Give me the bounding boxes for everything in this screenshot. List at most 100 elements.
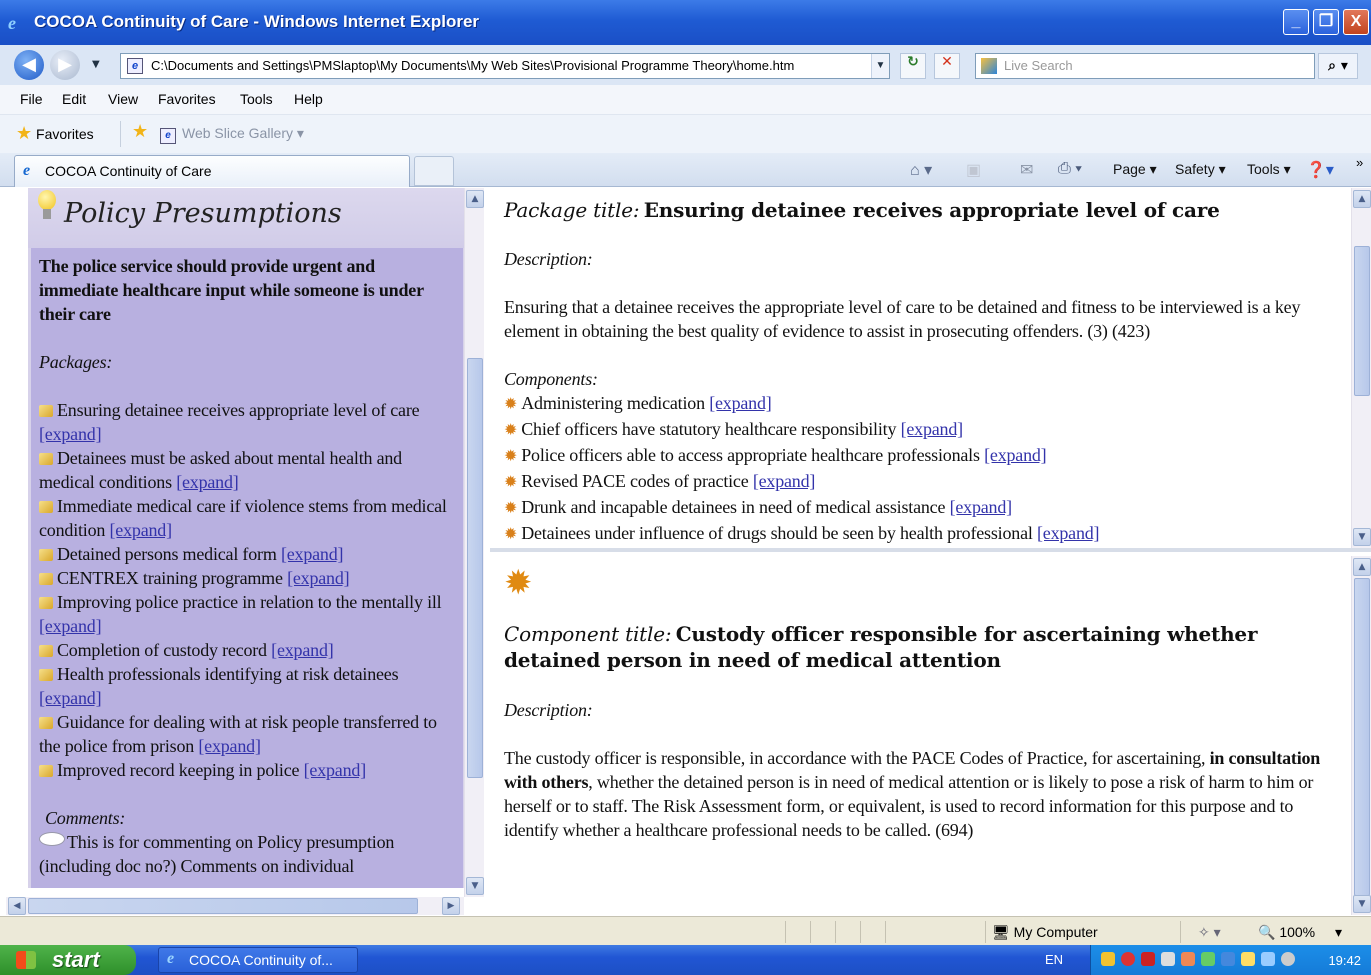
scroll-thumb[interactable] [467, 358, 483, 778]
scroll-up-icon[interactable]: ▲ [1353, 558, 1371, 576]
feeds-icon[interactable]: ▣ [966, 160, 981, 180]
expand-link[interactable]: [expand] [110, 520, 173, 540]
expand-link[interactable]: [expand] [271, 640, 334, 660]
search-placeholder: Live Search [1004, 58, 1073, 73]
expand-link[interactable]: [expand] [176, 472, 239, 492]
print-icon[interactable]: ⎙ ▾ [1058, 160, 1082, 178]
safety-menu[interactable]: Safety ▾ [1175, 161, 1226, 178]
expand-link[interactable]: [expand] [198, 736, 261, 756]
tray-icon[interactable] [1101, 952, 1115, 966]
favorites-button[interactable]: ★ Favorites [16, 123, 94, 144]
expand-link[interactable]: [expand] [39, 616, 102, 636]
add-favorites-icon[interactable]: ★ [132, 121, 148, 142]
package-icon [39, 645, 53, 657]
expand-link[interactable]: [expand] [304, 760, 367, 780]
package-icon [39, 669, 53, 681]
help-icon[interactable]: ❓▾ [1306, 160, 1334, 180]
policy-vertical-scrollbar[interactable]: ▲ ▼ [464, 188, 484, 897]
taskbar-item-cocoa[interactable]: e COCOA Continuity of... [158, 947, 358, 973]
tray-icon[interactable] [1121, 952, 1135, 966]
new-tab-button[interactable] [414, 156, 454, 186]
refresh-icon[interactable]: ↻ [900, 53, 926, 79]
protected-mode-icon[interactable]: ✧ ▾ [1198, 924, 1221, 941]
expand-link[interactable]: [expand] [281, 544, 344, 564]
package-icon [39, 501, 53, 513]
menu-file[interactable]: File [20, 91, 43, 107]
menu-edit[interactable]: Edit [62, 91, 86, 107]
package-icon [39, 717, 53, 729]
scroll-left-icon[interactable]: ◀ [8, 897, 26, 915]
package-scrollbar[interactable]: ▲ ▼ [1351, 188, 1371, 548]
scroll-up-icon[interactable]: ▲ [1353, 190, 1371, 208]
home-icon[interactable]: ⌂ ▾ [910, 160, 932, 180]
tray-icon[interactable] [1221, 952, 1235, 966]
scroll-down-icon[interactable]: ▼ [1353, 895, 1371, 913]
expand-link[interactable]: [expand] [753, 471, 816, 491]
expand-link[interactable]: [expand] [709, 393, 772, 413]
menu-favorites[interactable]: Favorites [158, 91, 216, 107]
package-item: Guidance for dealing with at risk people… [39, 710, 455, 758]
gear-icon: ✹ [504, 448, 518, 465]
search-input[interactable]: Live Search [975, 53, 1315, 79]
chevron-more-icon[interactable]: » [1356, 155, 1363, 170]
desc-part2: , whether the detained person is in need… [504, 772, 1314, 840]
scroll-up-icon[interactable]: ▲ [466, 190, 484, 208]
comments-label: Comments: [45, 808, 126, 828]
package-label: Detained persons medical form [57, 544, 277, 564]
component-label: Administering medication [521, 393, 705, 413]
tray-icon[interactable] [1261, 952, 1275, 966]
close-button[interactable]: X [1343, 9, 1369, 35]
package-item: Improving police practice in relation to… [39, 590, 455, 638]
start-button[interactable]: start [0, 945, 136, 975]
tray-icon[interactable] [1141, 952, 1155, 966]
scroll-down-icon[interactable]: ▼ [1353, 528, 1371, 546]
tray-icon[interactable] [1241, 952, 1255, 966]
scroll-thumb[interactable] [1354, 246, 1370, 396]
minimize-button[interactable]: _ [1283, 9, 1309, 35]
volume-icon[interactable] [1281, 952, 1295, 966]
read-mail-icon[interactable]: ✉ [1020, 160, 1033, 180]
gear-icon: ✹ [504, 565, 533, 602]
menu-help[interactable]: Help [294, 91, 323, 107]
window-title-bar[interactable]: e COCOA Continuity of Care - Windows Int… [0, 0, 1371, 45]
scroll-down-icon[interactable]: ▼ [466, 877, 484, 895]
tools-menu[interactable]: Tools ▾ [1247, 161, 1291, 178]
scroll-thumb[interactable] [1354, 578, 1370, 896]
menu-tools[interactable]: Tools [240, 91, 273, 107]
policy-lead: The police service should provide urgent… [39, 256, 424, 324]
divider [120, 121, 121, 147]
forward-button[interactable]: ▶ [50, 50, 80, 80]
restore-button[interactable]: ❐ [1313, 9, 1339, 35]
component-scrollbar[interactable]: ▲ ▼ [1351, 556, 1371, 915]
zoom-control[interactable]: 🔍 100% [1258, 924, 1315, 941]
tray-icon[interactable] [1181, 952, 1195, 966]
back-button[interactable]: ◀ [14, 50, 44, 80]
menu-view[interactable]: View [108, 91, 138, 107]
language-indicator[interactable]: EN [1045, 952, 1063, 967]
expand-link[interactable]: [expand] [287, 568, 350, 588]
stop-icon[interactable]: ✕ [934, 53, 960, 79]
expand-link[interactable]: [expand] [950, 497, 1013, 517]
tray-icon[interactable] [1161, 952, 1175, 966]
zoom-dropdown-icon[interactable]: ▾ [1335, 924, 1342, 941]
favorites-label: Favorites [36, 126, 94, 142]
expand-link[interactable]: [expand] [1037, 523, 1100, 543]
hscroll-thumb[interactable] [28, 898, 418, 914]
divider [810, 921, 811, 943]
policy-horizontal-scrollbar[interactable]: ◀ ▶ [6, 897, 464, 915]
expand-link[interactable]: [expand] [39, 424, 102, 444]
search-button[interactable]: ⌕ ▾ [1318, 53, 1358, 79]
page-menu[interactable]: Page ▾ [1113, 161, 1157, 178]
tray-icon[interactable] [1201, 952, 1215, 966]
expand-link[interactable]: [expand] [39, 688, 102, 708]
address-field[interactable]: e C:\Documents and Settings\PMSlaptop\My… [120, 53, 890, 79]
web-slice-gallery-link[interactable]: e Web Slice Gallery ▾ [160, 125, 304, 144]
scroll-right-icon[interactable]: ▶ [442, 897, 460, 915]
component-label: Detainees under influence of drugs shoul… [521, 523, 1033, 543]
package-item: CENTREX training programme [expand] [39, 566, 455, 590]
address-dropdown-icon[interactable]: ▼ [871, 54, 889, 78]
recent-pages-dropdown-icon[interactable]: ▼ [92, 59, 100, 70]
expand-link[interactable]: [expand] [901, 419, 964, 439]
expand-link[interactable]: [expand] [984, 445, 1047, 465]
tab-cocoa[interactable]: e COCOA Continuity of Care [14, 155, 410, 187]
